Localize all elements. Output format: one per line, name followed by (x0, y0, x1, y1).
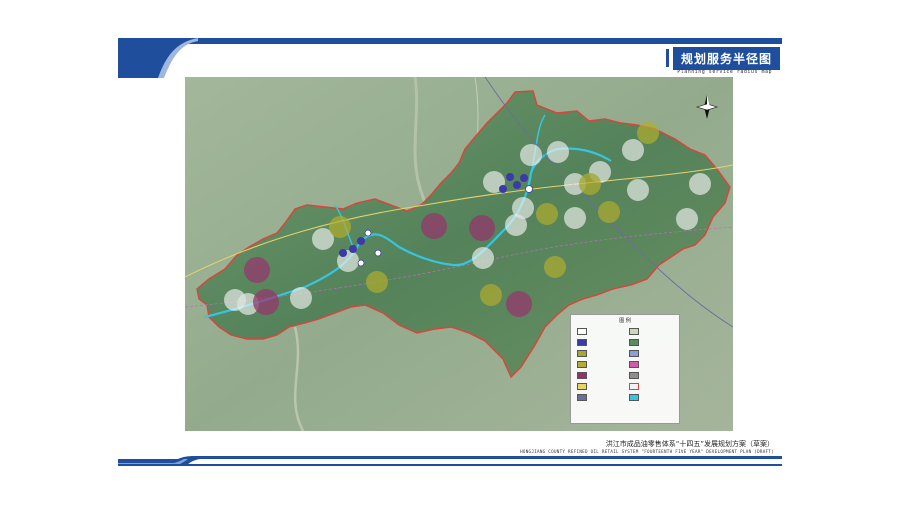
radius-planned-olive (579, 173, 601, 195)
legend-swatch (629, 361, 639, 368)
radius-existing (689, 173, 711, 195)
legend-swatch (577, 394, 587, 401)
plan-title: 洪江市成品油零售体系“十四五”发展规划方案（草案） (605, 440, 774, 448)
station-marker (357, 237, 365, 245)
legend-swatch (577, 383, 587, 390)
radius-planned-purple (244, 257, 270, 283)
radius-planned-olive (480, 284, 502, 306)
radius-existing (547, 141, 569, 163)
radius-planned-purple (421, 213, 447, 239)
title-accent-bar (665, 49, 669, 67)
map-sheet: 规划服务半径图 Planning service radius map 图 例 … (118, 38, 782, 466)
radius-planned-olive (598, 201, 620, 223)
station-marker (349, 245, 357, 253)
legend-swatch (577, 350, 587, 357)
footer-swoosh (118, 456, 782, 466)
legend-item (577, 349, 590, 358)
radius-planned-purple (253, 289, 279, 315)
radius-existing (564, 207, 586, 229)
legend-item (629, 360, 642, 369)
radius-existing (290, 287, 312, 309)
legend-swatch (629, 394, 639, 401)
station-marker (339, 249, 347, 257)
radius-planned-olive (366, 271, 388, 293)
page-title: 规划服务半径图 (672, 46, 780, 70)
radius-existing (676, 208, 698, 230)
legend-item (629, 349, 642, 358)
legend-item (629, 382, 642, 391)
legend-item (629, 327, 642, 336)
title-block: 规划服务半径图 (665, 44, 780, 72)
map-legend: 图 例 (570, 314, 680, 424)
radius-planned-purple (469, 215, 495, 241)
page-subtitle: Planning service radius map (677, 69, 772, 75)
legend-swatch (577, 328, 587, 335)
station-marker (364, 229, 372, 237)
station-marker (357, 259, 365, 267)
radius-planned-olive (637, 122, 659, 144)
legend-swatch (629, 383, 639, 390)
radius-existing (520, 144, 542, 166)
radius-existing (472, 247, 494, 269)
legend-swatch (629, 339, 639, 346)
legend-swatch (577, 361, 587, 368)
radius-existing (622, 139, 644, 161)
legend-swatch (629, 350, 639, 357)
radius-planned-olive (536, 203, 558, 225)
legend-swatch (629, 328, 639, 335)
station-marker (499, 185, 507, 193)
radius-existing (505, 214, 527, 236)
legend-item (577, 338, 590, 347)
radius-existing (627, 179, 649, 201)
legend-item (629, 393, 642, 402)
station-marker (374, 249, 382, 257)
legend-swatch (629, 372, 639, 379)
legend-item (629, 371, 642, 380)
legend-swatch (577, 372, 587, 379)
legend-swatch (577, 339, 587, 346)
legend-item (577, 371, 590, 380)
legend-item (577, 327, 590, 336)
station-marker (513, 181, 521, 189)
legend-title: 图 例 (619, 318, 631, 324)
radius-planned-olive (329, 216, 351, 238)
legend-item (577, 393, 590, 402)
station-marker (506, 173, 514, 181)
station-marker (520, 174, 528, 182)
radius-planned-olive (544, 256, 566, 278)
legend-item (629, 338, 642, 347)
legend-item (577, 360, 590, 369)
legend-item (577, 382, 590, 391)
station-marker (525, 185, 533, 193)
header-swoosh (118, 38, 198, 78)
radius-planned-purple (506, 291, 532, 317)
